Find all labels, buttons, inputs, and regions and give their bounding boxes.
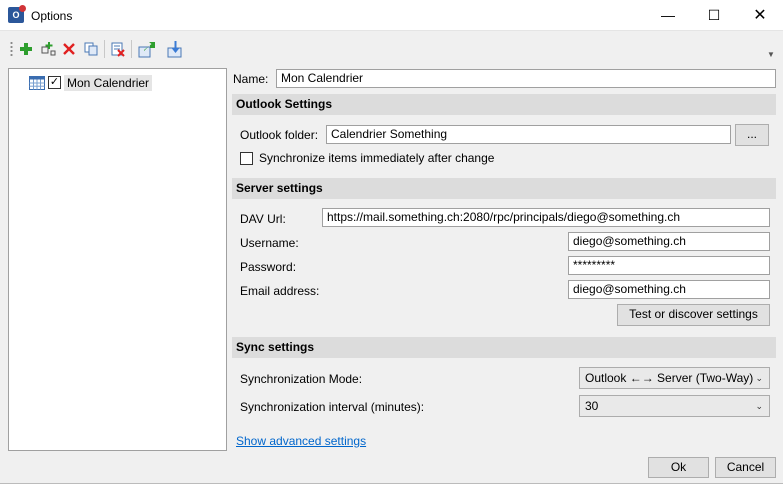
maximize-button[interactable]: ☐ [691, 0, 737, 31]
toolbar-separator [131, 40, 132, 58]
show-advanced-settings-link[interactable]: Show advanced settings [236, 434, 366, 448]
chevron-down-icon: ⌄ [755, 401, 763, 411]
minimize-button[interactable]: — [645, 0, 691, 31]
sync-mode-select[interactable]: Outlook ←→ Server (Two-Way) ⌄ [579, 367, 770, 389]
email-address-input[interactable]: diego@something.ch [568, 280, 770, 299]
ok-button[interactable]: Ok [648, 457, 709, 478]
tree-item-checkbox[interactable]: ✓ [48, 76, 61, 89]
copy-icon [84, 42, 98, 56]
delete-icon [63, 43, 75, 55]
password-label: Password: [240, 260, 297, 274]
username-input[interactable]: diego@something.ch [568, 232, 770, 251]
add-profile-button[interactable] [16, 39, 36, 59]
clear-cache-icon [111, 42, 125, 57]
toolbar-overflow-icon[interactable]: ▼ [767, 50, 775, 59]
copy-profile-button[interactable] [81, 39, 101, 59]
sync-interval-select[interactable]: 30 ⌄ [579, 395, 770, 417]
import-button[interactable] [165, 39, 185, 59]
close-button[interactable]: ✕ [737, 0, 783, 31]
sync-mode-label: Synchronization Mode: [240, 372, 363, 386]
browse-folder-button[interactable]: ... [735, 124, 769, 146]
toolbar-grip[interactable] [10, 41, 13, 57]
window-title: Options [31, 9, 73, 23]
test-discover-settings-button[interactable]: Test or discover settings [617, 304, 770, 326]
email-address-label: Email address: [240, 284, 320, 298]
delete-profile-button[interactable] [59, 39, 79, 59]
dav-url-input[interactable]: https://mail.something.ch:2080/rpc/princ… [322, 208, 770, 227]
cancel-button[interactable]: Cancel [715, 457, 776, 478]
export-button[interactable] [137, 39, 157, 59]
sync-interval-value: 30 [585, 399, 599, 413]
dav-url-label: DAV Url: [240, 212, 286, 226]
export-icon [138, 42, 155, 58]
sync-mode-value: Outlook ←→ Server (Two-Way) [585, 371, 754, 385]
add-multiple-profiles-button[interactable] [38, 39, 58, 59]
tree-item-mon-calendrier[interactable]: ✓ Mon Calendrier [29, 74, 153, 91]
outlook-folder-input[interactable]: Calendrier Something [326, 125, 731, 144]
sync-settings-header: Sync settings [232, 337, 776, 358]
clear-cache-button[interactable] [108, 39, 128, 59]
name-input[interactable]: Mon Calendrier [276, 69, 776, 88]
toolbar-separator [104, 40, 105, 58]
username-label: Username: [240, 236, 299, 250]
title-bar: O Options — ☐ ✕ [0, 0, 783, 31]
outlook-settings-header: Outlook Settings [232, 94, 776, 115]
server-settings-header: Server settings [232, 178, 776, 199]
import-icon [167, 41, 182, 58]
app-icon: O [8, 5, 26, 23]
calendar-icon [29, 75, 45, 90]
toolbar: ▼ [0, 36, 783, 63]
password-input[interactable]: ********* [568, 256, 770, 275]
plus-icon [20, 43, 32, 55]
outlook-folder-label: Outlook folder: [240, 128, 319, 142]
sync-immediately-checkbox[interactable] [240, 152, 253, 165]
profile-tree: ✓ Mon Calendrier [8, 68, 227, 451]
name-label: Name: [233, 72, 269, 86]
add-multiple-icon [41, 42, 56, 56]
sync-interval-label: Synchronization interval (minutes): [240, 400, 425, 414]
tree-item-label: Mon Calendrier [64, 74, 153, 91]
sync-immediately-label: Synchronize items immediately after chan… [259, 151, 495, 165]
chevron-down-icon: ⌄ [755, 373, 763, 383]
